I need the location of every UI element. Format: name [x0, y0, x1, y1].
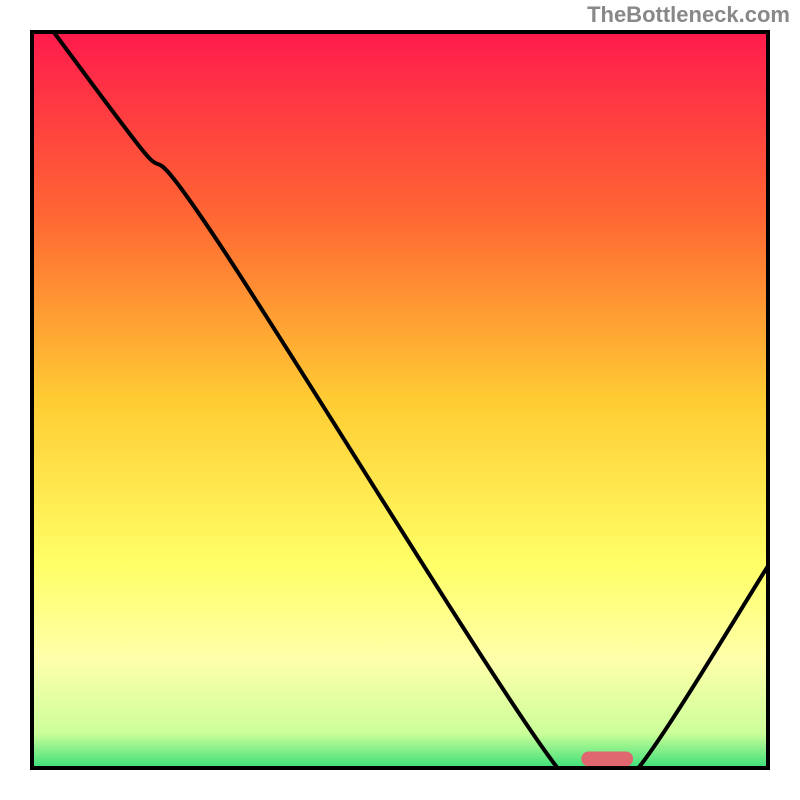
watermark-text: TheBottleneck.com	[587, 2, 790, 28]
chart-background	[30, 30, 770, 770]
optimal-marker	[581, 752, 633, 767]
bottleneck-chart	[30, 30, 770, 770]
